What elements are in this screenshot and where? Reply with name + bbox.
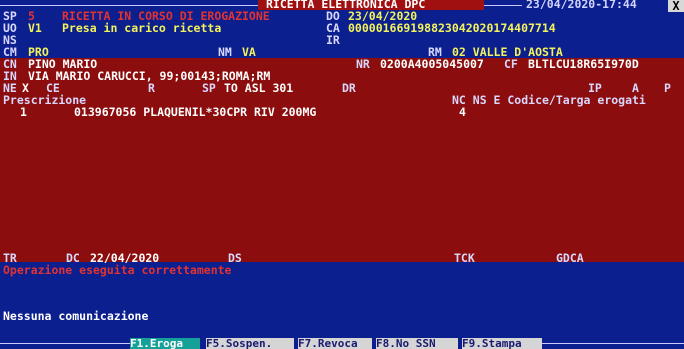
nm-value: VA <box>242 45 256 59</box>
cf-value: BLTLCU18R65I970D <box>528 57 639 71</box>
status-message: Operazione eseguita correttamente <box>3 263 232 277</box>
cf-label: CF <box>504 57 518 71</box>
f1-eroga-button[interactable]: F1.Eroga <box>130 338 200 349</box>
dr-label: DR <box>342 81 356 95</box>
uo-desc: Presa in carico ricetta <box>62 21 222 35</box>
p-label: P <box>664 81 671 95</box>
terminal-screen: RICETTA ELETTRONICA DPC 23/04/2020-17:44… <box>0 0 684 349</box>
datetime-label: 23/04/2020-17:44 <box>526 0 637 11</box>
fkey-left-rule <box>0 343 130 344</box>
message-row: Operazione eseguita correttamente <box>0 264 684 276</box>
title-right-rule <box>484 5 522 6</box>
title-left-rule <box>0 5 258 6</box>
f9-stampa-button[interactable]: F9.Stampa <box>462 338 542 349</box>
ir-label: IR <box>326 33 340 47</box>
communication-row: Nessuna comunicazione <box>0 310 684 322</box>
fkey-right-rule <box>542 343 684 344</box>
row-drug: 013967056 PLAQUENIL*30CPR RIV 200MG <box>74 105 317 119</box>
f7-revoca-button[interactable]: F7.Revoca <box>298 338 372 349</box>
header-row-3: NS IR <box>0 34 684 46</box>
sp2-value: TO ASL 301 <box>224 81 294 95</box>
table-row[interactable]: 1 013967056 PLAQUENIL*30CPR RIV 200MG 4 <box>0 106 684 118</box>
function-key-bar: F1.Eroga F5.Sospen. F7.Revoca F8.No SSN … <box>0 338 684 349</box>
f5-sospen-button[interactable]: F5.Sospen. <box>206 338 294 349</box>
ca-value: 000001669198823042020174407714 <box>348 21 556 35</box>
table-right-header: NC NS E Codice/Targa erogati <box>452 93 646 107</box>
uo-value: V1 <box>28 21 42 35</box>
row-index: 1 <box>20 105 27 119</box>
communication-text: Nessuna comunicazione <box>3 309 149 323</box>
row-ns: 4 <box>459 105 466 119</box>
nr-label: NR <box>356 57 370 71</box>
f8-no-ssn-button[interactable]: F8.No SSN <box>376 338 458 349</box>
nm-label: NM <box>218 45 232 59</box>
r-label: R <box>148 81 155 95</box>
nr-value: 0200A4005045007 <box>380 57 484 71</box>
sp2-label: SP <box>202 81 216 95</box>
gdca-label: GDCA <box>556 251 584 265</box>
header-row-2: UO V1 Presa in carico ricetta CA 0000016… <box>0 22 684 34</box>
tck-label: TCK <box>454 251 475 265</box>
